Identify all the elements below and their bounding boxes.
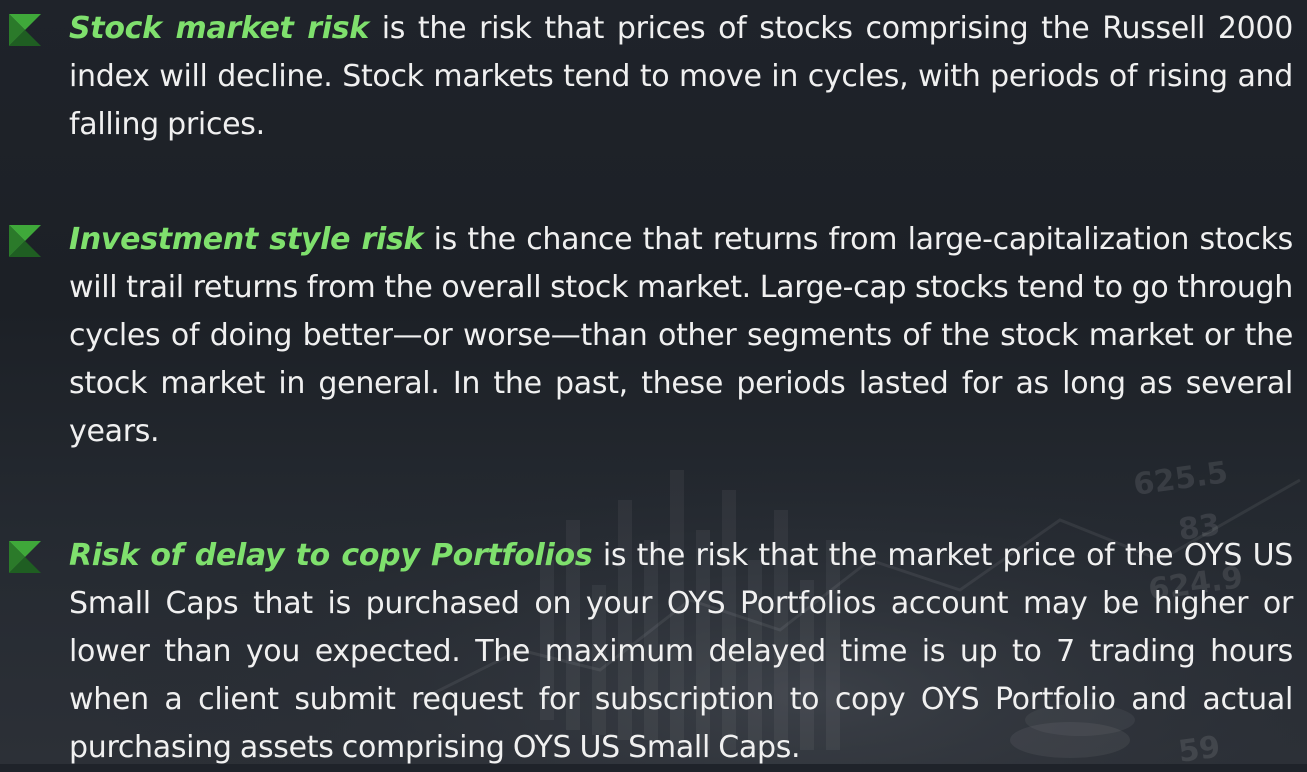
background-figure: 625.5 [1131,455,1230,503]
risk-description: Investment style risk is the chance that… [69,216,1293,456]
green-triangle-marker-icon [9,225,41,257]
risk-term: Investment style risk [69,222,424,257]
risk-term: Stock market risk [69,11,369,46]
green-triangle-marker-icon [9,541,41,573]
risk-description: Risk of delay to copy Portfolios is the … [69,532,1293,772]
risk-description: Stock market risk is the risk that price… [69,5,1293,149]
green-triangle-marker-icon [9,14,41,46]
risk-term: Risk of delay to copy Portfolios [69,538,593,573]
